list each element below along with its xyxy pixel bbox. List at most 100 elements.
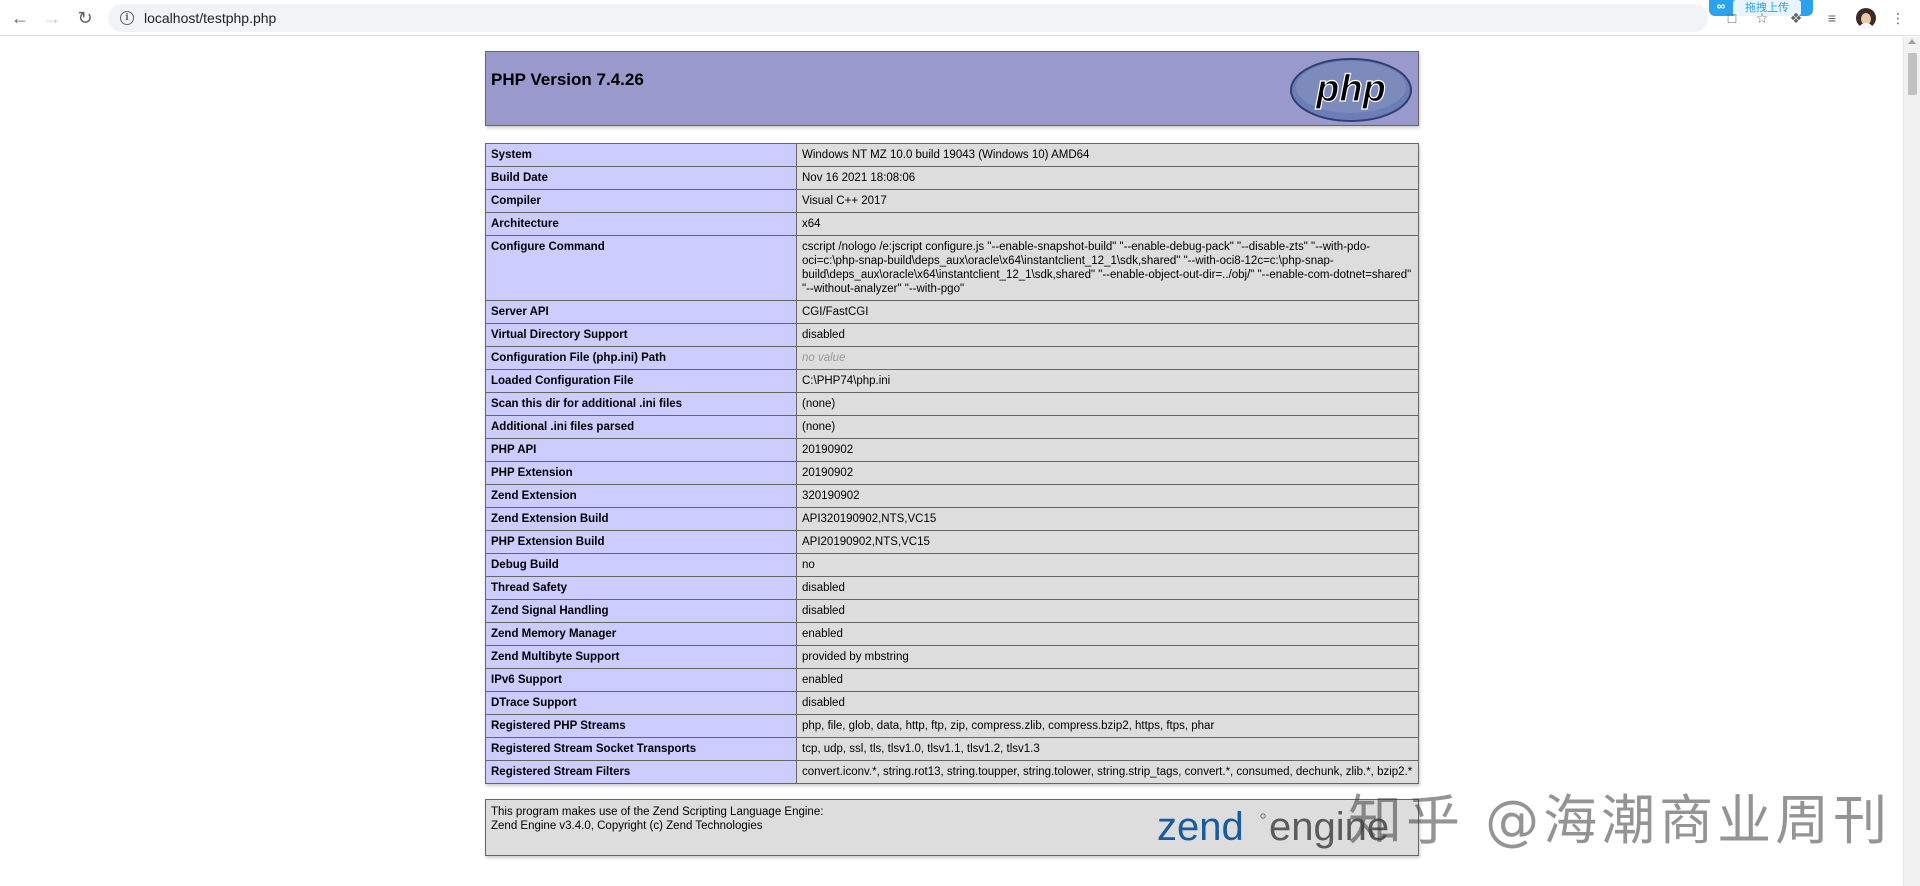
zend-logo-word-1: zend — [1157, 805, 1244, 849]
forward-arrow-icon[interactable]: → — [40, 6, 64, 30]
row-key: Registered PHP Streams — [485, 714, 797, 738]
extension-icon[interactable]: □ — [1722, 8, 1742, 28]
avatar[interactable] — [1856, 8, 1876, 28]
zend-notice-line-1: This program makes use of the Zend Scrip… — [491, 806, 824, 818]
row-value: 320190902 — [796, 484, 1419, 508]
row-key: Zend Extension Build — [485, 507, 797, 531]
table-row: Zend Memory Manager enabled — [485, 622, 1419, 646]
row-key: Registered Stream Socket Transports — [485, 737, 797, 761]
scroll-thumb[interactable] — [1908, 53, 1917, 95]
row-key: PHP Extension Build — [485, 530, 797, 554]
row-key: Virtual Directory Support — [485, 323, 797, 347]
table-row: Build Date Nov 16 2021 18:08:06 — [485, 166, 1419, 190]
zhihu-watermark: 知乎 @海潮商业周刊 — [1348, 789, 1892, 852]
table-row: Loaded Configuration File C:\PHP74\php.in… — [485, 369, 1419, 393]
reading-list-icon[interactable]: ≡ — [1822, 8, 1842, 28]
row-value: tcp, udp, ssl, tls, tlsv1.0, tlsv1.1, tl… — [796, 737, 1419, 761]
zend-notice: This program makes use of the Zend Scrip… — [491, 805, 823, 833]
row-value: disabled — [796, 599, 1419, 623]
table-row: IPv6 Support enabled — [485, 668, 1419, 692]
table-row: Virtual Directory Support disabled — [485, 323, 1419, 347]
row-key: Configure Command — [485, 235, 797, 301]
table-row: Server API CGI/FastCGI — [485, 300, 1419, 324]
row-value: enabled — [796, 668, 1419, 692]
address-bar[interactable]: i localhost/testphp.php — [108, 4, 1708, 32]
menu-kebab-icon[interactable]: ⋮ — [1888, 8, 1908, 28]
registered-mark-icon — [1260, 813, 1266, 819]
row-key: Registered Stream Filters — [485, 760, 797, 784]
row-value: 20190902 — [796, 461, 1419, 485]
table-row: Registered PHP Streams php, file, glob, d… — [485, 714, 1419, 738]
info-table-body: System Windows NT MZ 10.0 build 19043 (Wi… — [485, 143, 1419, 784]
row-value: Windows NT MZ 10.0 build 19043 (Windows … — [796, 143, 1419, 167]
back-arrow-icon[interactable]: ← — [8, 6, 32, 30]
page-title: PHP Version 7.4.26 — [491, 70, 644, 89]
browser-toolbar: ← → ↻ i localhost/testphp.php ∞ 拖拽上传 □ ☆… — [0, 0, 1920, 36]
table-row: Zend Multibyte Support provided by mbstri… — [485, 645, 1419, 669]
row-value: no value — [796, 346, 1419, 370]
site-info-icon[interactable]: i — [120, 11, 134, 25]
table-row: Scan this dir for additional .ini files(… — [485, 392, 1419, 416]
row-key: PHP API — [485, 438, 797, 462]
row-value: Nov 16 2021 18:08:06 — [796, 166, 1419, 190]
row-key: Build Date — [485, 166, 797, 190]
zend-notice-line-2: Zend Engine v3.4.0, Copyright (c) Zend T… — [491, 820, 763, 832]
table-row: Architecture x64 — [485, 212, 1419, 236]
table-row: Compiler Visual C++ 2017 — [485, 189, 1419, 213]
row-value: C:\PHP74\php.ini — [796, 369, 1419, 393]
row-key: Compiler — [485, 189, 797, 213]
row-key: Configuration File (php.ini) Path — [485, 346, 797, 370]
table-row: DTrace Support disabled — [485, 691, 1419, 715]
row-value: provided by mbstring — [796, 645, 1419, 669]
table-row: PHP Extension Build API20190902,NTS,VC15 — [485, 530, 1419, 554]
extensions-puzzle-icon[interactable]: ❖ — [1786, 8, 1806, 28]
row-value: no — [796, 553, 1419, 577]
table-row: Configure Command cscript /nologo /e:jscr… — [485, 235, 1419, 301]
row-value: CGI/FastCGI — [796, 300, 1419, 324]
row-key: Additional .ini files parsed — [485, 415, 797, 439]
row-value: disabled — [796, 691, 1419, 715]
row-value: 20190902 — [796, 438, 1419, 462]
table-row: PHP Extension 20190902 — [485, 461, 1419, 485]
row-value: Visual C++ 2017 — [796, 189, 1419, 213]
row-key: Server API — [485, 300, 797, 324]
row-key: IPv6 Support — [485, 668, 797, 692]
row-value: enabled — [796, 622, 1419, 646]
row-key: Architecture — [485, 212, 797, 236]
reload-icon[interactable]: ↻ — [73, 6, 97, 30]
row-key: Thread Safety — [485, 576, 797, 600]
row-key: Zend Extension — [485, 484, 797, 508]
row-key: Zend Multibyte Support — [485, 645, 797, 669]
php-logo-text: php — [1315, 68, 1386, 110]
table-row: Zend Signal Handling disabled — [485, 599, 1419, 623]
row-value: cscript /nologo /e:jscript configure.js … — [796, 235, 1419, 301]
row-value: API20190902,NTS,VC15 — [796, 530, 1419, 554]
row-value: x64 — [796, 212, 1419, 236]
table-row: Thread Safety disabled — [485, 576, 1419, 600]
table-row: System Windows NT MZ 10.0 build 19043 (Wi… — [485, 143, 1419, 167]
php-logo-icon: php — [1290, 58, 1412, 122]
zend-engine-box: This program makes use of the Zend Scrip… — [485, 799, 1419, 856]
table-row: Registered Stream Filters convert.iconv.*… — [485, 760, 1419, 784]
row-key: Debug Build — [485, 553, 797, 577]
bookmark-star-icon[interactable]: ☆ — [1752, 8, 1772, 28]
table-row: Zend Extension Build API320190902,NTS,VC1… — [485, 507, 1419, 531]
row-value: convert.iconv.*, string.rot13, string.to… — [796, 760, 1419, 784]
table-row: Registered Stream Socket Transports tcp, … — [485, 737, 1419, 761]
vertical-scrollbar[interactable] — [1903, 37, 1920, 886]
avatar-shirt — [1858, 23, 1874, 28]
row-key: Scan this dir for additional .ini files — [485, 392, 797, 416]
url-text[interactable]: localhost/testphp.php — [144, 10, 276, 26]
table-row: Configuration File (php.ini) Path no valu… — [485, 346, 1419, 370]
scroll-up-arrow-icon[interactable] — [1908, 39, 1916, 44]
table-row: Additional .ini files parsed (none) — [485, 415, 1419, 439]
row-key: PHP Extension — [485, 461, 797, 485]
php-version-header: PHP Version 7.4.26 php — [485, 51, 1419, 126]
row-value: (none) — [796, 392, 1419, 416]
row-value: disabled — [796, 323, 1419, 347]
row-key: Loaded Configuration File — [485, 369, 797, 393]
row-key: System — [485, 143, 797, 167]
table-row: Zend Extension 320190902 — [485, 484, 1419, 508]
table-row: Debug Build no — [485, 553, 1419, 577]
row-key: Zend Memory Manager — [485, 622, 797, 646]
